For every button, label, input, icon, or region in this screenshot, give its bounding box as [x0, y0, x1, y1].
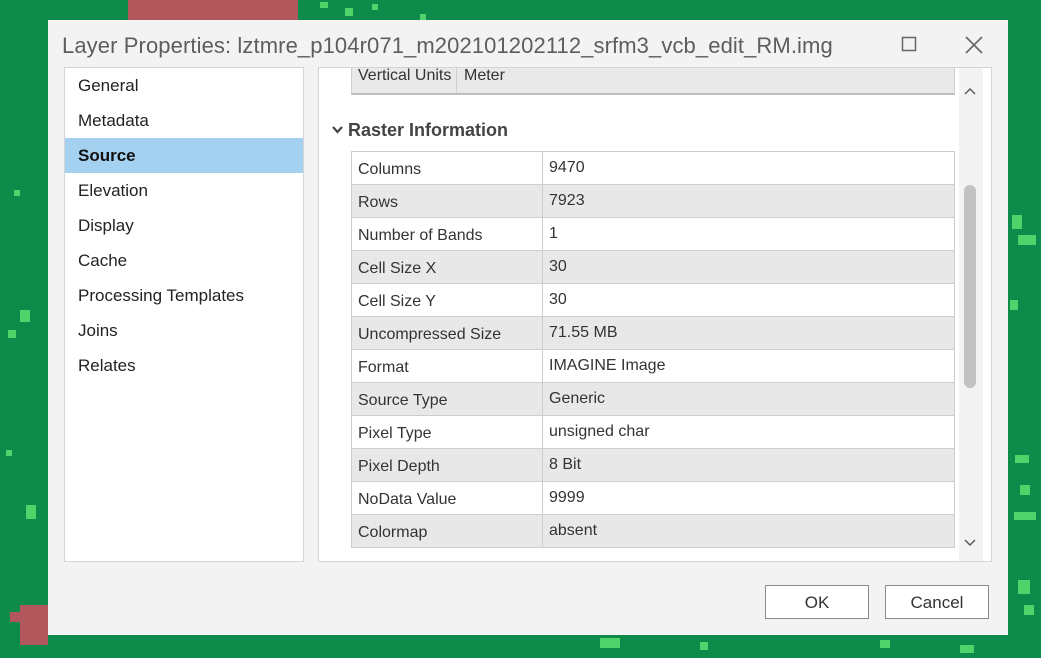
table-row: Columns 9470 [351, 151, 955, 185]
row-key: Colormap [351, 514, 543, 548]
table-row: NoData Value 9999 [351, 481, 955, 515]
row-key: Pixel Type [351, 415, 543, 449]
close-icon [965, 36, 983, 54]
nav-item-joins[interactable]: Joins [65, 313, 303, 348]
row-value: 9470 [542, 151, 955, 185]
row-value: unsigned char [542, 415, 955, 449]
row-key: Source Type [351, 382, 543, 416]
scroll-up-icon[interactable] [964, 82, 978, 96]
row-key: NoData Value [351, 481, 543, 515]
table-row: Rows 7923 [351, 184, 955, 218]
dialog-title: Layer Properties: lztmre_p104r071_m20210… [62, 33, 833, 58]
row-key: Cell Size X [351, 250, 543, 284]
row-value: IMAGINE Image [542, 349, 955, 383]
vertical-scrollbar[interactable] [959, 68, 983, 561]
title-bar: Layer Properties: lztmre_p104r071_m20210… [48, 20, 1008, 70]
table-row: Source Type Generic [351, 382, 955, 416]
table-row: Uncompressed Size 71.55 MB [351, 316, 955, 350]
raster-information-header[interactable]: Raster Information [332, 118, 508, 141]
previous-row-value: Meter [464, 67, 505, 84]
close-button[interactable] [956, 30, 992, 62]
row-key: Columns [351, 151, 543, 185]
nav-item-metadata[interactable]: Metadata [65, 103, 303, 138]
row-value: Generic [542, 382, 955, 416]
raster-information-table: Columns 9470 Rows 7923 Number of Bands 1 Ce… [351, 151, 955, 548]
row-value: 8 Bit [542, 448, 955, 482]
chevron-down-icon [332, 118, 343, 139]
row-key: Format [351, 349, 543, 383]
row-value: 71.55 MB [542, 316, 955, 350]
row-key: Uncompressed Size [351, 316, 543, 350]
layer-properties-dialog: Layer Properties: lztmre_p104r071_m20210… [48, 20, 1008, 635]
previous-table-row: Vertical Units Meter [351, 67, 955, 95]
row-value: absent [542, 514, 955, 548]
row-value: 30 [542, 283, 955, 317]
nav-item-relates[interactable]: Relates [65, 348, 303, 383]
table-row: Number of Bands 1 [351, 217, 955, 251]
ok-button[interactable]: OK [765, 585, 869, 619]
nav-item-general[interactable]: General [65, 68, 303, 103]
nav-item-source[interactable]: Source [65, 138, 303, 173]
table-row: Format IMAGINE Image [351, 349, 955, 383]
row-value: 9999 [542, 481, 955, 515]
row-value: 7923 [542, 184, 955, 218]
table-row: Colormap absent [351, 514, 955, 548]
row-key: Number of Bands [351, 217, 543, 251]
nav-item-processing-templates[interactable]: Processing Templates [65, 278, 303, 313]
table-row: Pixel Type unsigned char [351, 415, 955, 449]
properties-nav: General Metadata Source Elevation Displa… [64, 67, 304, 562]
source-content-panel: Vertical Units Meter Raster Information … [318, 67, 992, 562]
table-row: Cell Size Y 30 [351, 283, 955, 317]
maximize-button[interactable] [891, 30, 927, 62]
row-key: Pixel Depth [351, 448, 543, 482]
table-row: Cell Size X 30 [351, 250, 955, 284]
nav-item-cache[interactable]: Cache [65, 243, 303, 278]
row-key: Cell Size Y [351, 283, 543, 317]
row-value: 1 [542, 217, 955, 251]
table-row: Pixel Depth 8 Bit [351, 448, 955, 482]
scrollbar-thumb[interactable] [964, 185, 976, 388]
previous-row-key: Vertical Units [358, 67, 452, 84]
row-value: 30 [542, 250, 955, 284]
scroll-down-icon[interactable] [964, 534, 978, 548]
row-key: Rows [351, 184, 543, 218]
nav-item-display[interactable]: Display [65, 208, 303, 243]
nav-item-elevation[interactable]: Elevation [65, 173, 303, 208]
cancel-button[interactable]: Cancel [885, 585, 989, 619]
maximize-icon [901, 36, 917, 52]
section-title: Raster Information [348, 120, 509, 140]
